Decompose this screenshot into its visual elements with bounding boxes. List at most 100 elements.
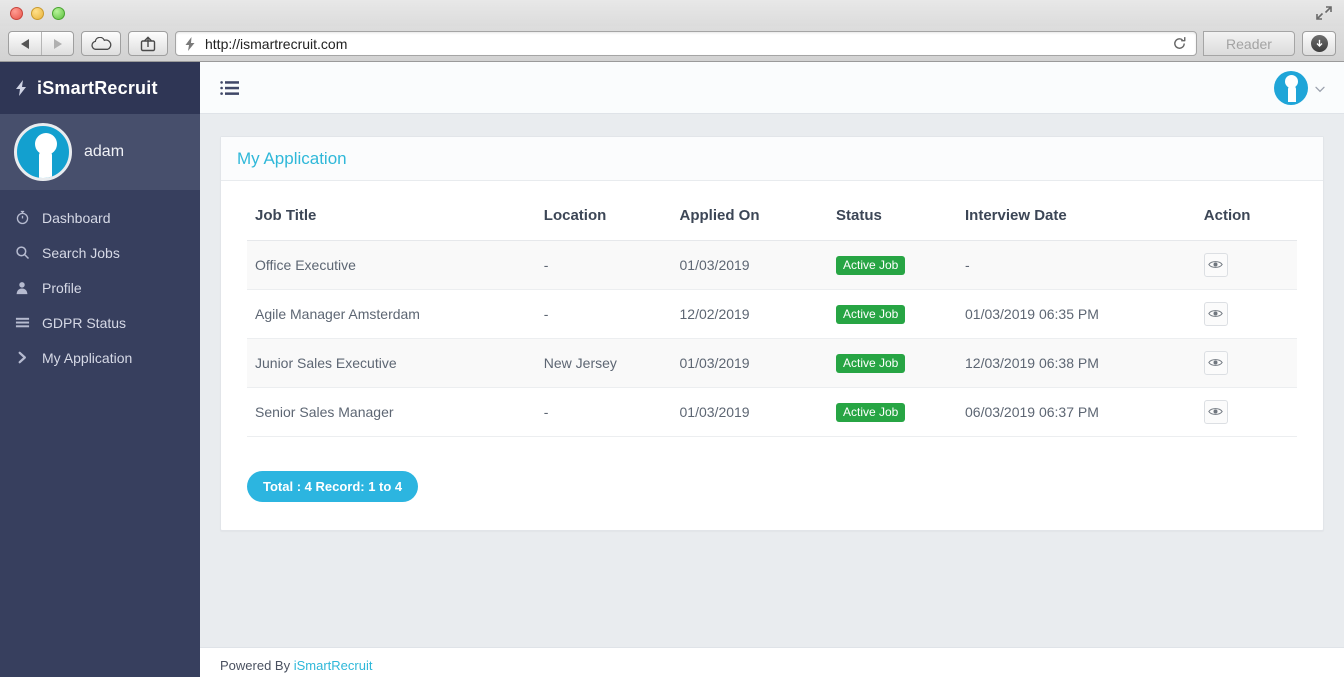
forward-button[interactable] (41, 32, 73, 55)
sidebar-item-profile[interactable]: Profile (0, 270, 200, 305)
user-icon (14, 280, 30, 296)
view-application-button[interactable] (1204, 351, 1228, 375)
url-text: http://ismartrecruit.com (205, 36, 1161, 52)
cell-location: - (538, 388, 674, 437)
total-records-badge: Total : 4 Record: 1 to 4 (247, 471, 418, 502)
footer-text: Powered By (220, 658, 294, 673)
page-title: My Application (237, 149, 347, 169)
cell-status: Active Job (830, 339, 959, 388)
address-bar[interactable]: http://ismartrecruit.com (175, 31, 1197, 56)
minimize-window-button[interactable] (31, 7, 44, 20)
table-head: Job Title Location Applied On Status Int… (247, 199, 1297, 241)
download-icon (1311, 35, 1328, 52)
table-body: Office Executive - 01/03/2019 Active Job… (247, 241, 1297, 437)
view-application-button[interactable] (1204, 253, 1228, 277)
status-badge: Active Job (836, 305, 905, 324)
lightning-bolt-icon (14, 79, 28, 97)
table-row: Junior Sales Executive New Jersey 01/03/… (247, 339, 1297, 388)
view-application-button[interactable] (1204, 400, 1228, 424)
browser-titlebar (0, 0, 1344, 26)
table-row: Office Executive - 01/03/2019 Active Job… (247, 241, 1297, 290)
cell-status: Active Job (830, 290, 959, 339)
cell-action (1198, 290, 1297, 339)
cell-status: Active Job (830, 241, 959, 290)
stopwatch-icon (14, 210, 30, 226)
sidebar-item-label: Dashboard (42, 210, 111, 226)
reload-icon[interactable] (1168, 36, 1190, 51)
status-badge: Active Job (836, 354, 905, 373)
cell-applied-on: 01/03/2019 (674, 388, 830, 437)
cell-applied-on: 01/03/2019 (674, 339, 830, 388)
status-badge: Active Job (836, 403, 905, 422)
sidebar: iSmartRecruit adam Dashboard (0, 62, 200, 677)
eye-icon (1208, 355, 1223, 371)
cell-interview-date: 06/03/2019 06:37 PM (959, 388, 1198, 437)
cell-action (1198, 388, 1297, 437)
main-region: My Application Job Title Location Applie… (200, 114, 1344, 633)
footer-link[interactable]: iSmartRecruit (294, 658, 373, 673)
nav-button-group (8, 31, 74, 56)
cell-status: Active Job (830, 388, 959, 437)
sidebar-item-label: GDPR Status (42, 315, 126, 331)
hamburger-list-icon[interactable] (220, 79, 242, 97)
downloads-button[interactable] (1302, 31, 1336, 56)
chevron-right-icon (14, 350, 30, 366)
table-row: Senior Sales Manager - 01/03/2019 Active… (247, 388, 1297, 437)
topbar-user-menu[interactable] (1274, 71, 1326, 105)
sidebar-username: adam (84, 143, 124, 161)
view-application-button[interactable] (1204, 302, 1228, 326)
reader-button[interactable]: Reader (1203, 31, 1295, 56)
column-header-job-title: Job Title (247, 199, 538, 241)
sidebar-item-label: My Application (42, 350, 132, 366)
cell-interview-date: 12/03/2019 06:38 PM (959, 339, 1198, 388)
applications-table: Job Title Location Applied On Status Int… (247, 199, 1297, 437)
share-button[interactable] (128, 31, 168, 56)
user-avatar-icon (1274, 71, 1308, 105)
column-header-applied-on: Applied On (674, 199, 830, 241)
table-row: Agile Manager Amsterdam - 12/02/2019 Act… (247, 290, 1297, 339)
column-header-action: Action (1198, 199, 1297, 241)
search-icon (14, 245, 30, 261)
cell-interview-date: - (959, 241, 1198, 290)
maximize-window-button[interactable] (52, 7, 65, 20)
footer: Powered By iSmartRecruit (200, 647, 1344, 677)
app-page: iSmartRecruit adam Dashboard (0, 62, 1344, 677)
footer-region: Powered By iSmartRecruit (200, 647, 1344, 677)
cell-applied-on: 01/03/2019 (674, 241, 830, 290)
brand-logo[interactable]: iSmartRecruit (0, 62, 200, 114)
sidebar-item-dashboard[interactable]: Dashboard (0, 200, 200, 235)
cell-location: - (538, 241, 674, 290)
column-header-status: Status (830, 199, 959, 241)
cell-location: - (538, 290, 674, 339)
user-avatar-icon (14, 123, 72, 181)
cell-job-title: Senior Sales Manager (247, 388, 538, 437)
close-window-button[interactable] (10, 7, 23, 20)
cell-location: New Jersey (538, 339, 674, 388)
back-button[interactable] (9, 32, 41, 55)
eye-icon (1208, 257, 1223, 273)
my-application-card: My Application Job Title Location Applie… (220, 136, 1324, 531)
list-icon (14, 315, 30, 331)
sidebar-item-gdpr-status[interactable]: GDPR Status (0, 305, 200, 340)
cell-action (1198, 339, 1297, 388)
cell-job-title: Office Executive (247, 241, 538, 290)
sidebar-item-my-application[interactable]: My Application (0, 340, 200, 375)
browser-chrome: http://ismartrecruit.com Reader (0, 0, 1344, 62)
cell-job-title: Agile Manager Amsterdam (247, 290, 538, 339)
sidebar-nav: Dashboard Search Jobs Profile (0, 190, 200, 375)
cell-interview-date: 01/03/2019 06:35 PM (959, 290, 1198, 339)
browser-toolbar: http://ismartrecruit.com Reader (0, 26, 1344, 61)
window-controls (10, 7, 65, 20)
expand-icon[interactable] (1314, 4, 1334, 22)
chevron-down-icon (1314, 82, 1326, 94)
lightning-bolt-favicon (182, 36, 198, 52)
cell-job-title: Junior Sales Executive (247, 339, 538, 388)
sidebar-item-search-jobs[interactable]: Search Jobs (0, 235, 200, 270)
eye-icon (1208, 306, 1223, 322)
sidebar-user-block[interactable]: adam (0, 114, 200, 190)
sidebar-item-label: Search Jobs (42, 245, 120, 261)
icloud-button[interactable] (81, 31, 121, 56)
cell-applied-on: 12/02/2019 (674, 290, 830, 339)
topbar (200, 62, 1344, 114)
column-header-interview-date: Interview Date (959, 199, 1198, 241)
